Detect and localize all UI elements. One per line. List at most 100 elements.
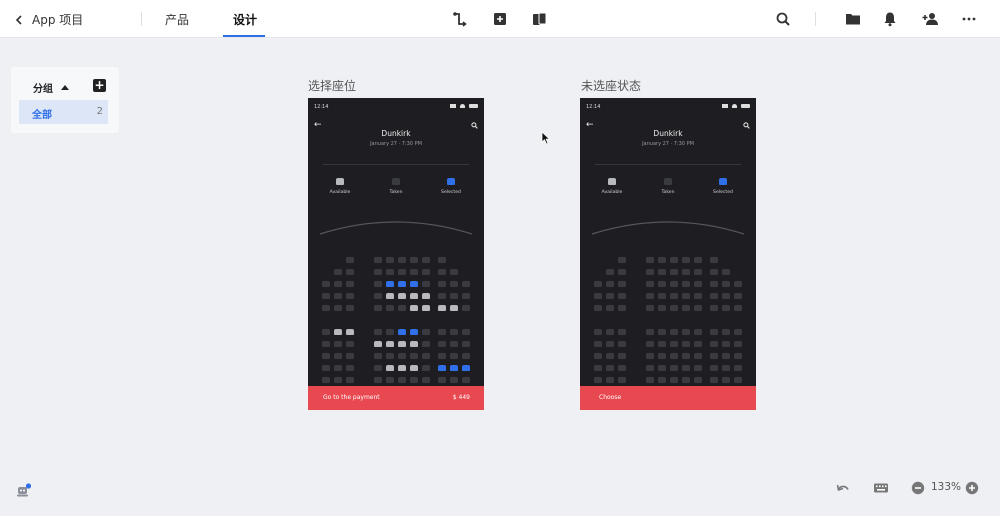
- seat[interactable]: [734, 293, 742, 299]
- seat[interactable]: [422, 377, 430, 383]
- zoom-out-icon[interactable]: [910, 480, 926, 496]
- seat[interactable]: [410, 329, 418, 335]
- seat[interactable]: [618, 305, 626, 311]
- seat[interactable]: [374, 257, 382, 263]
- seat[interactable]: [398, 281, 406, 287]
- seat[interactable]: [462, 377, 470, 383]
- seat[interactable]: [658, 341, 666, 347]
- seat[interactable]: [422, 281, 430, 287]
- seat[interactable]: [334, 269, 342, 275]
- seat[interactable]: [618, 257, 626, 263]
- seat[interactable]: [682, 329, 690, 335]
- seat[interactable]: [386, 353, 394, 359]
- seat[interactable]: [386, 341, 394, 347]
- seat[interactable]: [606, 281, 614, 287]
- seat[interactable]: [682, 269, 690, 275]
- seat[interactable]: [670, 329, 678, 335]
- seat[interactable]: [722, 293, 730, 299]
- seat[interactable]: [346, 293, 354, 299]
- seat[interactable]: [710, 281, 718, 287]
- seat[interactable]: [594, 353, 602, 359]
- seat[interactable]: [658, 305, 666, 311]
- seat[interactable]: [322, 281, 330, 287]
- seat[interactable]: [462, 281, 470, 287]
- seat[interactable]: [346, 281, 354, 287]
- seat[interactable]: [722, 353, 730, 359]
- seat[interactable]: [450, 269, 458, 275]
- seat[interactable]: [450, 305, 458, 311]
- seat[interactable]: [722, 269, 730, 275]
- seat[interactable]: [694, 365, 702, 371]
- seat[interactable]: [322, 377, 330, 383]
- seat[interactable]: [658, 269, 666, 275]
- seat[interactable]: [374, 365, 382, 371]
- seat[interactable]: [734, 305, 742, 311]
- zoom-level[interactable]: 133%: [931, 481, 961, 493]
- seat[interactable]: [646, 293, 654, 299]
- seat[interactable]: [398, 257, 406, 263]
- seat[interactable]: [722, 365, 730, 371]
- seat[interactable]: [322, 341, 330, 347]
- seat[interactable]: [438, 293, 446, 299]
- tab-product[interactable]: 产品: [165, 11, 189, 28]
- seat[interactable]: [410, 293, 418, 299]
- seat[interactable]: [682, 377, 690, 383]
- seat[interactable]: [438, 281, 446, 287]
- seat[interactable]: [710, 305, 718, 311]
- choose-button[interactable]: Choose: [580, 386, 756, 410]
- seat[interactable]: [422, 353, 430, 359]
- seat[interactable]: [410, 269, 418, 275]
- seat[interactable]: [386, 269, 394, 275]
- artboard-title[interactable]: 未选座状态: [581, 77, 641, 94]
- seat[interactable]: [462, 365, 470, 371]
- seat[interactable]: [450, 281, 458, 287]
- seat[interactable]: [450, 365, 458, 371]
- seat[interactable]: [670, 377, 678, 383]
- seat[interactable]: [422, 293, 430, 299]
- more-icon[interactable]: [960, 10, 978, 28]
- seat[interactable]: [710, 329, 718, 335]
- artboard-seat-selection[interactable]: 12:14 ← Dunkirk January 27 · 7:30 PM Ava…: [308, 98, 484, 410]
- seat[interactable]: [462, 305, 470, 311]
- seat[interactable]: [646, 269, 654, 275]
- seat[interactable]: [410, 257, 418, 263]
- add-artboard-icon[interactable]: [491, 10, 509, 28]
- groups-toggle[interactable]: 分组: [33, 80, 69, 95]
- seat[interactable]: [386, 305, 394, 311]
- seat[interactable]: [658, 293, 666, 299]
- seat[interactable]: [386, 257, 394, 263]
- seat[interactable]: [422, 365, 430, 371]
- seat[interactable]: [374, 293, 382, 299]
- seat[interactable]: [322, 293, 330, 299]
- seat[interactable]: [670, 365, 678, 371]
- seat[interactable]: [734, 377, 742, 383]
- seat[interactable]: [694, 281, 702, 287]
- seat[interactable]: [670, 305, 678, 311]
- seat[interactable]: [450, 377, 458, 383]
- seat[interactable]: [594, 305, 602, 311]
- seat[interactable]: [722, 305, 730, 311]
- seat[interactable]: [682, 257, 690, 263]
- cards-icon[interactable]: [530, 10, 548, 28]
- seat[interactable]: [606, 269, 614, 275]
- seat[interactable]: [422, 341, 430, 347]
- seat[interactable]: [334, 293, 342, 299]
- seat[interactable]: [606, 293, 614, 299]
- seat[interactable]: [606, 305, 614, 311]
- seat[interactable]: [346, 341, 354, 347]
- seat[interactable]: [734, 281, 742, 287]
- seat[interactable]: [670, 353, 678, 359]
- seat[interactable]: [410, 365, 418, 371]
- tab-design[interactable]: 设计: [233, 11, 257, 28]
- seat[interactable]: [694, 377, 702, 383]
- seat[interactable]: [722, 377, 730, 383]
- seat[interactable]: [398, 341, 406, 347]
- bell-icon[interactable]: [881, 10, 899, 28]
- seat[interactable]: [422, 269, 430, 275]
- seat[interactable]: [670, 341, 678, 347]
- seat[interactable]: [594, 365, 602, 371]
- seat[interactable]: [450, 329, 458, 335]
- seat[interactable]: [670, 257, 678, 263]
- seat[interactable]: [734, 353, 742, 359]
- seat[interactable]: [422, 257, 430, 263]
